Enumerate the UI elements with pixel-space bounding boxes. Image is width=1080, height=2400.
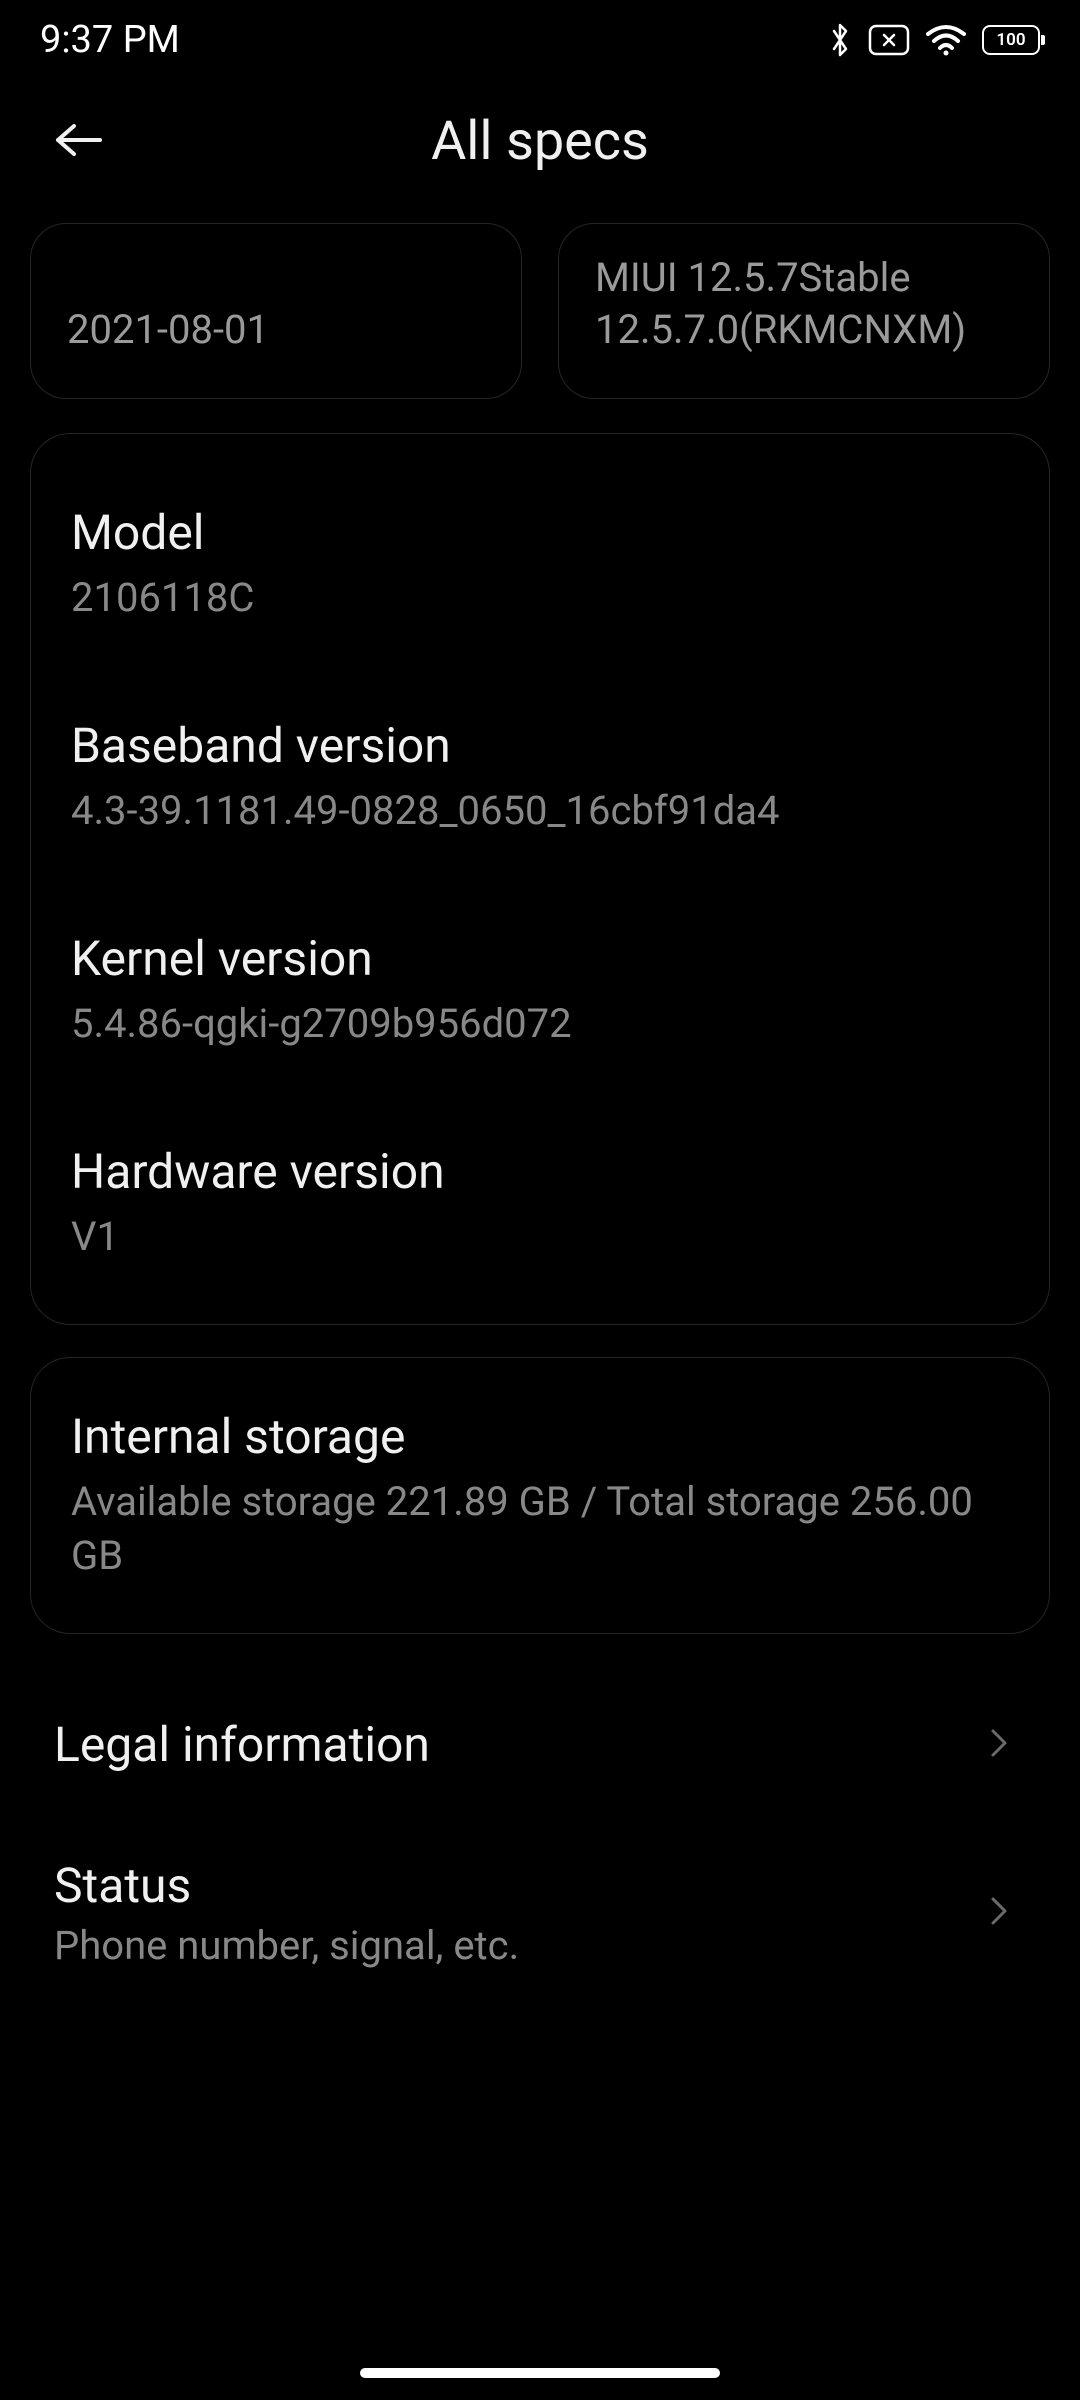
specs-card: Model 2106118C Baseband version 4.3-39.1…	[30, 433, 1050, 1325]
cast-x-icon	[868, 24, 910, 56]
status-sub: Phone number, signal, etc.	[54, 1922, 519, 1969]
legal-label: Legal information	[54, 1716, 430, 1773]
status-icons: 100	[828, 21, 1040, 59]
wifi-icon	[926, 24, 966, 56]
spec-hardware[interactable]: Hardware version V1	[71, 1143, 1009, 1264]
chevron-right-icon	[988, 1893, 1010, 1933]
spec-kernel[interactable]: Kernel version 5.4.86-qgki-g2709b956d072	[71, 930, 1009, 1051]
miui-version-card[interactable]: MIUI 12.5.7Stable 12.5.7.0(RKMCNXM)	[558, 223, 1050, 399]
spec-hardware-label: Hardware version	[71, 1143, 1009, 1200]
security-patch-card[interactable]: 2021-08-01	[30, 223, 522, 399]
spec-baseband[interactable]: Baseband version 4.3-39.1181.49-0828_065…	[71, 717, 1009, 838]
page-header: All specs	[0, 80, 1080, 203]
spec-baseband-label: Baseband version	[71, 717, 1009, 774]
spec-hardware-value: V1	[71, 1210, 1009, 1264]
miui-version-line2: 12.5.7.0(RKMCNXM)	[595, 304, 1013, 356]
security-patch-value: 2021-08-01	[67, 304, 485, 356]
page-title: All specs	[50, 110, 1030, 173]
status-bar: 9:37 PM 100	[0, 0, 1080, 80]
legal-text: Legal information	[54, 1716, 430, 1773]
back-button[interactable]	[50, 120, 104, 164]
spec-model-label: Model	[71, 504, 1009, 561]
spec-kernel-label: Kernel version	[71, 930, 1009, 987]
status-label: Status	[54, 1857, 519, 1914]
storage-label: Internal storage	[71, 1408, 1009, 1465]
battery-icon: 100	[982, 25, 1040, 55]
miui-version-line1: MIUI 12.5.7Stable	[595, 252, 1013, 304]
storage-value: Available storage 221.89 GB / Total stor…	[71, 1475, 1009, 1583]
bluetooth-icon	[828, 21, 852, 59]
home-indicator[interactable]	[360, 2368, 720, 2378]
storage-card[interactable]: Internal storage Available storage 221.8…	[30, 1357, 1050, 1634]
spec-baseband-value: 4.3-39.1181.49-0828_0650_16cbf91da4	[71, 784, 1009, 838]
legal-information-row[interactable]: Legal information	[30, 1674, 1050, 1815]
battery-level: 100	[982, 25, 1040, 55]
status-text: Status Phone number, signal, etc.	[54, 1857, 519, 1969]
spec-kernel-value: 5.4.86-qgki-g2709b956d072	[71, 997, 1009, 1051]
status-row[interactable]: Status Phone number, signal, etc.	[30, 1815, 1050, 2011]
spec-model-value: 2106118C	[71, 571, 1009, 625]
spec-model[interactable]: Model 2106118C	[71, 504, 1009, 625]
status-time: 9:37 PM	[40, 18, 180, 62]
chevron-right-icon	[988, 1725, 1010, 1765]
content: 2021-08-01 MIUI 12.5.7Stable 12.5.7.0(RK…	[0, 203, 1080, 2011]
top-cards-row: 2021-08-01 MIUI 12.5.7Stable 12.5.7.0(RK…	[30, 223, 1050, 399]
